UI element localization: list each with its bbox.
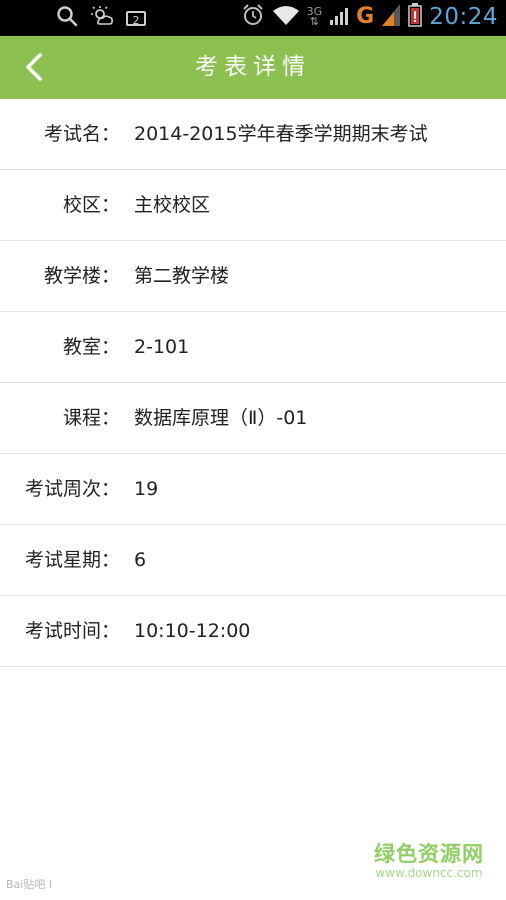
detail-value: 6: [134, 549, 147, 571]
detail-value: 19: [134, 478, 159, 500]
network-direction-label: ⇅: [309, 15, 319, 28]
detail-row-course: 课程： 数据库原理（Ⅱ）-01: [0, 383, 506, 454]
detail-value: 第二教学楼: [134, 265, 230, 287]
back-button[interactable]: [18, 50, 52, 84]
page-title: 考表详情: [195, 54, 311, 80]
watermark-brand: 绿色资源网 www.downcc.com: [374, 838, 484, 880]
detail-row-building: 教学楼： 第二教学楼: [0, 241, 506, 312]
battery-low-icon: [408, 3, 422, 31]
detail-row-exam-time: 考试时间： 10:10-12:00: [0, 596, 506, 667]
detail-value: 2014-2015学年春季学期期末考试: [134, 123, 428, 145]
detail-row-campus: 校区： 主校校区: [0, 170, 506, 241]
status-bar: 2 3G ⇅ G 20:24: [0, 0, 506, 36]
detail-label: 考试周次：: [24, 478, 120, 500]
weather-icon: [90, 5, 114, 31]
detail-label: 考试星期：: [24, 549, 120, 571]
app-header: 考表详情: [0, 36, 506, 99]
detail-value: 主校校区: [134, 194, 211, 216]
detail-label: 校区：: [62, 194, 120, 216]
detail-row-exam-weekday: 考试星期： 6: [0, 525, 506, 596]
detail-value: 10:10-12:00: [134, 620, 251, 642]
wifi-icon: [272, 4, 300, 30]
detail-row-exam-name: 考试名： 2014-2015学年春季学期期末考试: [0, 99, 506, 170]
signal-g-icon: G: [356, 4, 375, 29]
status-time: 20:24: [429, 4, 498, 30]
watermark-brand-text: 绿色资源网: [374, 842, 484, 866]
notification-badge: 2: [126, 10, 146, 27]
status-bar-left: 2: [56, 5, 146, 31]
detail-row-classroom: 教室： 2-101: [0, 312, 506, 383]
alarm-icon: [241, 3, 265, 31]
detail-label: 课程：: [62, 407, 120, 429]
detail-value: 数据库原理（Ⅱ）-01: [134, 407, 308, 429]
status-bar-right: 3G ⇅ G 20:24: [241, 3, 498, 31]
detail-label: 教室：: [62, 336, 120, 358]
detail-label: 考试时间：: [24, 620, 120, 642]
watermark-left: Bai贴吧 I: [6, 878, 53, 891]
detail-label: 考试名：: [43, 123, 120, 145]
network-3g-icon: 3G ⇅: [307, 6, 323, 28]
search-icon: [56, 5, 78, 31]
signal-bars-2-icon: [381, 3, 401, 31]
detail-value: 2-101: [134, 336, 190, 358]
chevron-left-icon: [26, 53, 42, 81]
detail-row-exam-week: 考试周次： 19: [0, 454, 506, 525]
watermark-url: www.downcc.com: [375, 866, 483, 880]
signal-bars-icon: [329, 4, 349, 30]
detail-label: 教学楼：: [43, 265, 120, 287]
exam-detail-list: 考试名： 2014-2015学年春季学期期末考试 校区： 主校校区 教学楼： 第…: [0, 99, 506, 667]
